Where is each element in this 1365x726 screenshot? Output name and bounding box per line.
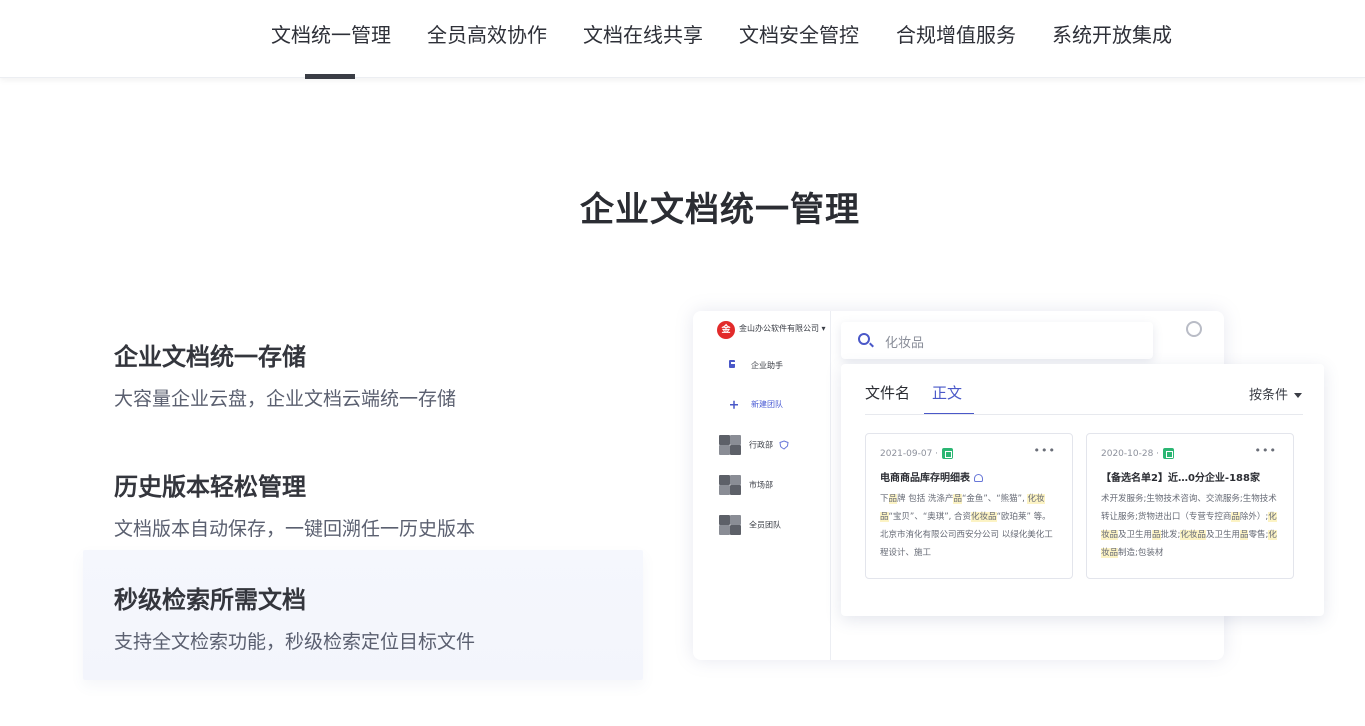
sidebar-item-label: 新建团队 xyxy=(751,400,783,409)
doc-icon xyxy=(719,357,741,375)
snippet-text: 除外）; xyxy=(1239,512,1269,522)
shield-icon xyxy=(778,440,789,450)
feature-unified-storage[interactable]: 企业文档统一存储 大容量企业云盘，企业文档云端统一存储 xyxy=(83,317,643,447)
result-meta: 2021-09-07 · ••• xyxy=(880,444,1058,462)
feature-title: 秒级检索所需文档 xyxy=(114,586,306,614)
section-title: 企业文档统一管理 xyxy=(580,190,860,230)
tab-security-control[interactable]: 文档安全管控 xyxy=(739,0,859,78)
highlight-match: 化妆品 xyxy=(971,512,997,522)
filter-dropdown[interactable]: 按条件 xyxy=(1249,384,1302,403)
snippet-text: 零售; xyxy=(1248,530,1269,540)
snippet-text: 下 xyxy=(880,494,889,504)
feature-desc: 文档版本自动保存，一键回溯任一历史版本 xyxy=(114,518,476,540)
feature-title: 企业文档统一存储 xyxy=(114,343,306,371)
feature-desc: 支持全文检索功能，秒级检索定位目标文件 xyxy=(114,631,476,653)
team-avatar-icon xyxy=(719,475,741,495)
tab-doc-management[interactable]: 文档统一管理 xyxy=(271,0,391,79)
search-icon xyxy=(858,333,870,345)
team-avatar-icon xyxy=(719,515,741,535)
result-meta: 2020-10-28 · ••• xyxy=(1101,444,1279,462)
snippet-text: 及卫生用 xyxy=(1118,530,1153,540)
snippet-text: “金鱼”、“熊猫”, xyxy=(961,494,1028,504)
sidebar-item-admin-dept[interactable]: 行政部 xyxy=(719,435,789,455)
result-snippet: 下品牌 包括 洗涤产品“金鱼”、“熊猫”, 化妆品“宝贝”、“奥琪”, 合资化妆… xyxy=(880,490,1058,562)
tab-filename[interactable]: 文件名 xyxy=(865,382,910,403)
caret-down-icon xyxy=(1294,393,1302,398)
highlight-match: 品 xyxy=(1152,530,1161,540)
snippet-text: 牌 包括 洗涤产 xyxy=(897,494,954,504)
result-card[interactable]: 2020-10-28 · ••• 【备选名单2】近…0分企业-188家 术开发服务… xyxy=(1086,433,1294,579)
spreadsheet-icon xyxy=(1163,448,1175,459)
feature-title: 历史版本轻松管理 xyxy=(114,473,306,501)
shared-users-icon xyxy=(974,474,983,482)
result-date: 2020-10-28 · xyxy=(1101,449,1160,459)
highlight-match: 品 xyxy=(953,494,962,504)
app-sidebar: 金 金山办公软件有限公司 ▾ 企业助手 新建团队 行政部 市场部 全员团队 xyxy=(693,311,831,660)
highlight-match: 品 xyxy=(888,494,898,504)
tab-compliance-services[interactable]: 合规增值服务 xyxy=(896,0,1016,78)
result-card[interactable]: 2021-09-07 · ••• 电商商品库存明细表 下品牌 包括 洗涤产品“金鱼… xyxy=(865,433,1073,579)
feature-fast-search[interactable]: 秒级检索所需文档 支持全文检索功能，秒级检索定位目标文件 xyxy=(83,550,643,680)
tab-divider xyxy=(865,414,1303,415)
snippet-text: 及卫生用 xyxy=(1205,530,1240,540)
snippet-text: “宝贝”、“奥琪”, 合资 xyxy=(888,512,972,522)
sidebar-item-all-staff[interactable]: 全员团队 xyxy=(719,515,781,535)
team-avatar-icon xyxy=(719,435,741,455)
tab-collaboration[interactable]: 全员高效协作 xyxy=(427,0,547,78)
sidebar-item-label: 市场部 xyxy=(749,480,773,490)
search-results-panel: 文件名 正文 按条件 2021-09-07 · ••• 电商商品库存明细表 下品牌… xyxy=(841,364,1324,616)
spreadsheet-icon xyxy=(942,448,954,459)
more-icon[interactable]: ••• xyxy=(1034,444,1056,457)
tab-fulltext[interactable]: 正文 xyxy=(923,382,975,415)
result-title: 【备选名单2】近…0分企业-188家 xyxy=(1101,473,1260,484)
search-input[interactable] xyxy=(885,331,1135,351)
plus-icon xyxy=(719,396,741,414)
tab-open-integration[interactable]: 系统开放集成 xyxy=(1052,0,1172,78)
snippet-text: 批发; xyxy=(1160,530,1181,540)
sidebar-item-assistant[interactable]: 企业助手 xyxy=(719,356,783,376)
sidebar-item-marketing-dept[interactable]: 市场部 xyxy=(719,475,773,495)
search-box xyxy=(841,322,1153,359)
feature-desc: 大容量企业云盘，企业文档云端统一存储 xyxy=(114,388,457,410)
result-date: 2021-09-07 · xyxy=(880,449,939,459)
company-logo: 金 xyxy=(717,321,735,339)
sidebar-item-label: 企业助手 xyxy=(751,361,783,370)
highlight-match: 品 xyxy=(1231,512,1240,522)
sidebar-item-label: 行政部 xyxy=(749,440,773,450)
user-avatar-icon[interactable] xyxy=(1186,321,1202,337)
more-icon[interactable]: ••• xyxy=(1255,444,1277,457)
top-nav: 文档统一管理 全员高效协作 文档在线共享 文档安全管控 合规增值服务 系统开放集… xyxy=(0,0,1365,79)
company-selector[interactable]: 金山办公软件有限公司 ▾ xyxy=(739,323,826,334)
snippet-text: 制造;包装材 xyxy=(1118,548,1164,558)
filter-label: 按条件 xyxy=(1248,388,1288,403)
tab-online-sharing[interactable]: 文档在线共享 xyxy=(583,0,703,78)
sidebar-item-new-team[interactable]: 新建团队 xyxy=(719,395,783,415)
sidebar-item-label: 全员团队 xyxy=(749,520,781,530)
result-snippet: 术开发服务;生物技术咨询、交流服务;生物技术转让服务;货物进出口（专营专控商品除… xyxy=(1101,490,1279,562)
result-title: 电商商品库存明细表 xyxy=(880,469,1058,484)
highlight-match: 化妆品 xyxy=(1180,530,1206,540)
